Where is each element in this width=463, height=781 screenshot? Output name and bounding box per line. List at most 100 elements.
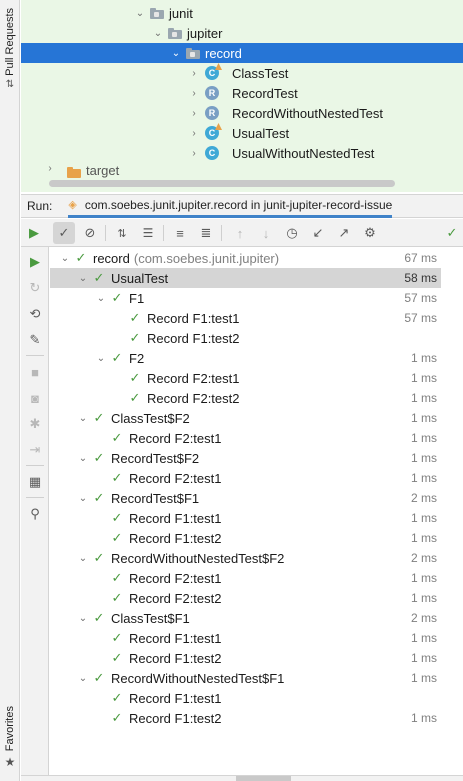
test-method-row[interactable]: ✓ Record F1:test2 1 ms [50, 528, 441, 548]
java-record-icon: R [205, 106, 219, 120]
run-actions-column: ▶ ↻ ⟲ ✎ ■ ◙ ✱ ⇥ ▦ ⚲ [21, 247, 49, 781]
chevron-down-icon[interactable]: ⌄ [76, 493, 90, 504]
import-tests-icon[interactable]: ↙ [307, 222, 329, 244]
test-name: Record F2:test1 [147, 370, 240, 386]
chevron-down-icon[interactable]: ⌄ [133, 8, 147, 19]
test-method-row[interactable]: ✓ Record F1:test1 [50, 688, 441, 708]
tree-node-classtest[interactable]: › C ClassTest [21, 63, 463, 83]
chevron-down-icon[interactable]: ⌄ [76, 453, 90, 464]
test-package: (com.soebes.junit.jupiter) [133, 250, 280, 266]
tree-node-jupiter[interactable]: ⌄ jupiter [21, 23, 463, 43]
run-configuration-tab[interactable]: ◈ com.soebes.junit.jupiter.record in jun… [68, 194, 393, 218]
test-method-row[interactable]: ✓ Record F1:test1 1 ms [50, 628, 441, 648]
pull-requests-tab[interactable]: Pull Requests ⇅ [0, 4, 20, 94]
console-pane-edge [441, 247, 463, 781]
test-method-row[interactable]: ✓ Record F1:test2 [50, 328, 441, 348]
package-folder-icon [186, 47, 200, 59]
debug-bug-icon[interactable]: ✱ [24, 413, 46, 435]
package-folder-icon [150, 7, 164, 19]
chevron-right-icon[interactable]: › [187, 148, 201, 159]
passed-check-icon: ✓ [93, 610, 105, 625]
tree-node-junit[interactable]: ⌄ junit [21, 3, 463, 23]
horizontal-scrollbar[interactable] [49, 180, 395, 187]
test-runner-toolbar: ▶ ✓ ⊘ ⇅ ☰ ≡ ≣ ↑ ↓ ◷ ↙ ↗ ⚙ ✓ [21, 219, 463, 247]
next-failed-icon[interactable]: ↓ [255, 222, 277, 244]
export-tests-icon[interactable]: ↗ [333, 222, 355, 244]
tree-node-recordwithoutnestedtest[interactable]: › R RecordWithoutNestedTest [21, 103, 463, 123]
test-method-row[interactable]: ✓ Record F2:test2 1 ms [50, 388, 441, 408]
test-suite-root[interactable]: ⌄ ✓ record (com.soebes.junit.jupiter) 67… [50, 248, 441, 268]
test-class-row[interactable]: ⌄ ✓ UsualTest 58 ms [50, 268, 441, 288]
rerun-failed-icon[interactable]: ↻ [24, 277, 46, 299]
test-class-row[interactable]: ⌄ ✓ ClassTest$F2 1 ms [50, 408, 441, 428]
pin-icon[interactable]: ⚲ [24, 503, 46, 525]
rerun-icon[interactable]: ▶ [24, 251, 46, 273]
chevron-right-icon[interactable]: › [43, 163, 57, 174]
passed-check-icon: ✓ [111, 570, 123, 585]
exit-icon[interactable]: ⇥ [24, 439, 46, 461]
test-class-row[interactable]: ⌄ ✓ RecordTest$F2 1 ms [50, 448, 441, 468]
chevron-down-icon[interactable]: ⌄ [76, 273, 90, 284]
test-class-row[interactable]: ⌄ ✓ RecordWithoutNestedTest$F1 1 ms [50, 668, 441, 688]
tree-node-usualwithoutnestedtest[interactable]: › C UsualWithoutNestedTest [21, 143, 463, 163]
test-method-row[interactable]: ✓ Record F1:test2 1 ms [50, 648, 441, 668]
test-method-row[interactable]: ✓ Record F1:test2 1 ms [50, 708, 441, 728]
bottom-scrollbar-thumb[interactable] [236, 776, 291, 781]
passed-check-icon: ✓ [129, 310, 141, 325]
show-ignored-icon[interactable]: ⊘ [79, 222, 101, 244]
favorites-tab[interactable]: Favorites ★ [0, 700, 20, 775]
tree-node-usualtest[interactable]: › C UsualTest [21, 123, 463, 143]
chevron-right-icon[interactable]: › [187, 128, 201, 139]
test-method-row[interactable]: ✓ Record F1:test1 1 ms [50, 508, 441, 528]
test-method-row[interactable]: ✓ Record F1:test1 57 ms [50, 308, 441, 328]
rerun-icon[interactable]: ▶ [23, 222, 45, 244]
tree-node-target[interactable]: › target [21, 163, 463, 179]
test-duration: 57 ms [404, 291, 437, 305]
chevron-right-icon[interactable]: › [187, 68, 201, 79]
test-method-row[interactable]: ✓ Record F2:test1 1 ms [50, 468, 441, 488]
test-class-row[interactable]: ⌄ ✓ ClassTest$F1 2 ms [50, 608, 441, 628]
test-nested-class-row[interactable]: ⌄ ✓ F2 1 ms [50, 348, 441, 368]
test-name: Record F2:test1 [129, 570, 222, 586]
chevron-down-icon[interactable]: ⌄ [94, 353, 108, 364]
test-method-row[interactable]: ✓ Record F2:test1 1 ms [50, 368, 441, 388]
chevron-down-icon[interactable]: ⌄ [76, 673, 90, 684]
passed-check-icon: ✓ [93, 490, 105, 505]
tree-node-record[interactable]: ⌄ record [21, 43, 463, 63]
chevron-down-icon[interactable]: ⌄ [76, 553, 90, 564]
wrench-icon[interactable]: ✎ [24, 329, 46, 351]
chevron-right-icon[interactable]: › [187, 108, 201, 119]
test-duration: 1 ms [410, 431, 437, 445]
test-name: Record F2:test1 [129, 430, 222, 446]
pull-requests-label: Pull Requests [4, 8, 16, 76]
stop-icon[interactable]: ■ [24, 361, 46, 383]
test-method-row[interactable]: ✓ Record F2:test1 1 ms [50, 428, 441, 448]
chevron-down-icon[interactable]: ⌄ [58, 253, 72, 264]
sort-alphabetically-icon[interactable]: ⇅ [111, 222, 133, 244]
layout-icon[interactable]: ▦ [24, 471, 46, 493]
expand-all-icon[interactable]: ≡ [169, 222, 191, 244]
tree-node-recordtest[interactable]: › R RecordTest [21, 83, 463, 103]
test-nested-class-row[interactable]: ⌄ ✓ F1 57 ms [50, 288, 441, 308]
collapse-all-icon[interactable]: ≣ [195, 222, 217, 244]
sort-by-duration-icon[interactable]: ☰ [137, 222, 159, 244]
tree-node-label: UsualWithoutNestedTest [232, 145, 375, 161]
settings-gear-icon[interactable]: ⚙ [359, 222, 381, 244]
chevron-right-icon[interactable]: › [187, 88, 201, 99]
test-class-row[interactable]: ⌄ ✓ RecordWithoutNestedTest$F2 2 ms [50, 548, 441, 568]
test-class-row[interactable]: ⌄ ✓ RecordTest$F1 2 ms [50, 488, 441, 508]
chevron-down-icon[interactable]: ⌄ [151, 28, 165, 39]
previous-failed-icon[interactable]: ↑ [229, 222, 251, 244]
chevron-down-icon[interactable]: ⌄ [94, 293, 108, 304]
test-name: Record F2:test2 [147, 390, 240, 406]
chevron-down-icon[interactable]: ⌄ [76, 613, 90, 624]
test-history-icon[interactable]: ◷ [281, 222, 303, 244]
chevron-down-icon[interactable]: ⌄ [76, 413, 90, 424]
test-name: ClassTest$F1 [111, 610, 190, 626]
camera-icon[interactable]: ◙ [24, 387, 46, 409]
toggle-auto-test-icon[interactable]: ⟲ [24, 303, 46, 325]
test-method-row[interactable]: ✓ Record F2:test1 1 ms [50, 568, 441, 588]
show-passed-icon[interactable]: ✓ [53, 222, 75, 244]
chevron-down-icon[interactable]: ⌄ [169, 48, 183, 59]
test-method-row[interactable]: ✓ Record F2:test2 1 ms [50, 588, 441, 608]
